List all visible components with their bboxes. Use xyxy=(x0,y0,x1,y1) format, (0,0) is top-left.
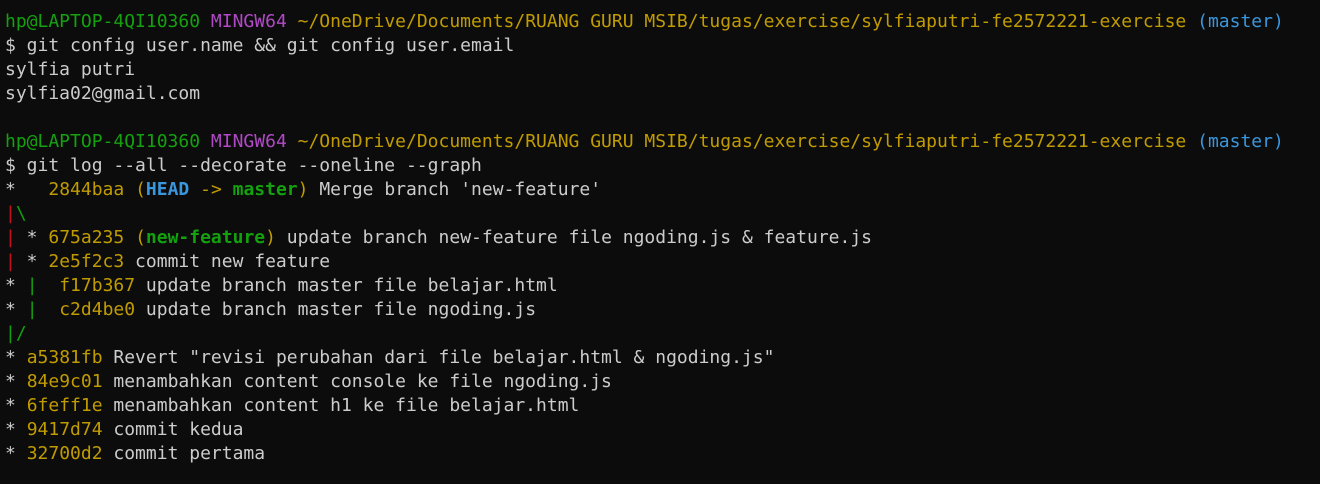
commit-hash: 675a235 xyxy=(48,227,125,248)
graph-star: * xyxy=(5,179,16,200)
commit-message: commit pertama xyxy=(102,443,266,464)
log-line: * 84e9c01 menambahkan content console ke… xyxy=(5,370,1320,394)
prompt-system: MINGW64 xyxy=(210,131,287,152)
graph-join-line: |/ xyxy=(5,322,1320,346)
commit-hash: 32700d2 xyxy=(26,443,103,464)
commit-message: update branch master file ngoding.js xyxy=(135,299,537,320)
command-line: $ git log --all --decorate --oneline --g… xyxy=(5,155,482,176)
ref-branch: new-feature xyxy=(145,227,266,248)
commit-hash: 2844baa xyxy=(48,179,125,200)
ref-paren-open: ( xyxy=(135,227,146,248)
graph-star: * xyxy=(15,251,49,272)
log-line: * | c2d4be0 update branch master file ng… xyxy=(5,298,1320,322)
command-line: $ git config user.name && git config use… xyxy=(5,35,515,56)
log-line: | * 675a235 (new-feature) update branch … xyxy=(5,226,1320,250)
graph-star: * xyxy=(15,227,49,248)
graph-pipe: | xyxy=(5,227,16,248)
ref-paren-close: ) xyxy=(265,227,276,248)
graph-pipe: | xyxy=(5,323,16,344)
commit-message: Merge branch 'new-feature' xyxy=(308,179,602,200)
commit-message: Revert "revisi perubahan dari file belaj… xyxy=(102,347,775,368)
graph-star: * xyxy=(5,395,27,416)
commit-hash: 9417d74 xyxy=(26,419,103,440)
log-line: * 32700d2 commit pertama xyxy=(5,442,1320,466)
graph-pipe: | xyxy=(26,275,38,296)
graph-star: * xyxy=(5,299,27,320)
graph-star: * xyxy=(5,371,27,392)
prompt-user: hp@LAPTOP-4QI10360 xyxy=(5,131,201,152)
log-line: * | f17b367 update branch master file be… xyxy=(5,274,1320,298)
ref-head: HEAD xyxy=(145,179,190,200)
log-line: * a5381fb Revert "revisi perubahan dari … xyxy=(5,346,1320,370)
graph-star: * xyxy=(5,443,27,464)
config-email-output: sylfia02@gmail.com xyxy=(5,83,201,104)
config-name-output: sylfia putri xyxy=(5,59,136,80)
graph-split-line: |\ xyxy=(5,202,1320,226)
graph-star: * xyxy=(5,347,27,368)
prompt-path: ~/OneDrive/Documents/RUANG GURU MSIB/tug… xyxy=(297,131,1187,152)
log-line: * 6feff1e menambahkan content h1 ke file… xyxy=(5,394,1320,418)
log-line: * 9417d74 commit kedua xyxy=(5,418,1320,442)
prompt-line: hp@LAPTOP-4QI10360 MINGW64 ~/OneDrive/Do… xyxy=(5,130,1320,154)
prompt-branch: (master) xyxy=(1197,11,1284,32)
commit-hash: a5381fb xyxy=(26,347,103,368)
graph-star: * xyxy=(5,275,27,296)
ref-paren-close: ) xyxy=(297,179,309,200)
commit-hash: 6feff1e xyxy=(26,395,103,416)
prompt-system: MINGW64 xyxy=(210,11,287,32)
commit-hash: 84e9c01 xyxy=(26,371,103,392)
commit-message: menambahkan content h1 ke file belajar.h… xyxy=(102,395,580,416)
ref-arrow: -> xyxy=(189,179,233,200)
graph-branch-out: \ xyxy=(15,203,27,224)
graph-pipe: | xyxy=(26,299,38,320)
commit-hash: c2d4be0 xyxy=(59,299,136,320)
ref-paren-open: ( xyxy=(135,179,146,200)
graph-branch-in: / xyxy=(15,323,27,344)
commit-message: update branch new-feature file ngoding.j… xyxy=(275,227,872,248)
graph-star: * xyxy=(5,419,27,440)
graph-pipe: | xyxy=(5,251,16,272)
graph-pipe: | xyxy=(5,203,16,224)
commit-hash: 2e5f2c3 xyxy=(48,251,125,272)
commit-message: menambahkan content console ke file ngod… xyxy=(102,371,612,392)
commit-message: commit new feature xyxy=(124,251,331,272)
commit-message: commit kedua xyxy=(102,419,244,440)
log-line: | * 2e5f2c3 commit new feature xyxy=(5,250,1320,274)
log-line-merge: * 2844baa (HEAD -> master) Merge branch … xyxy=(5,178,1320,202)
ref-branch: master xyxy=(232,179,298,200)
prompt-branch: (master) xyxy=(1197,131,1284,152)
terminal-window[interactable]: hp@LAPTOP-4QI10360 MINGW64 ~/OneDrive/Do… xyxy=(0,0,1320,484)
commit-hash: f17b367 xyxy=(59,275,136,296)
prompt-user: hp@LAPTOP-4QI10360 xyxy=(5,11,201,32)
commit-message: update branch master file belajar.html xyxy=(135,275,558,296)
prompt-path: ~/OneDrive/Documents/RUANG GURU MSIB/tug… xyxy=(297,11,1187,32)
prompt-line: hp@LAPTOP-4QI10360 MINGW64 ~/OneDrive/Do… xyxy=(5,10,1320,34)
